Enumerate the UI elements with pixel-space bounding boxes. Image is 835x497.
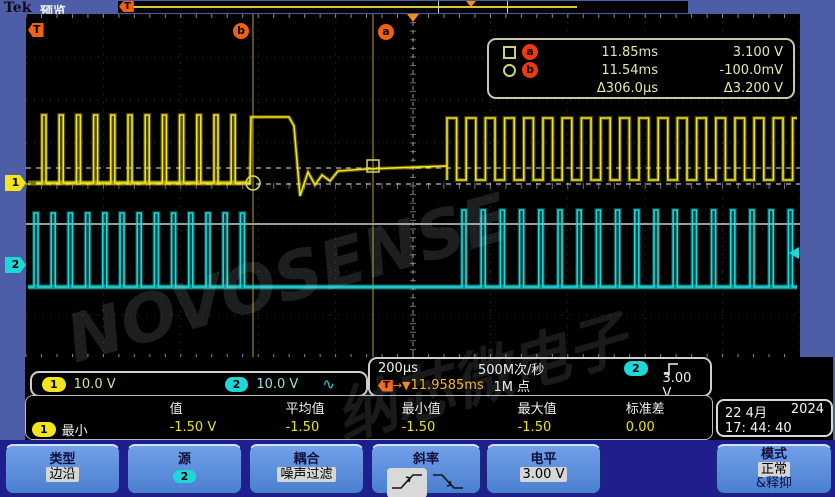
cursor-delta-time: Δ306.0μs <box>538 81 658 96</box>
menu-source-badge: 2 <box>173 470 197 483</box>
rising-slope-icon[interactable] <box>387 468 427 497</box>
trigger-t-icon: T <box>119 1 134 12</box>
measurement-table: 值 平均值 最小值 最大值 标准差 1 最小 -1.50 V -1.50 -1.… <box>25 395 713 440</box>
trigger-position-icon <box>466 1 476 7</box>
time-label: 17: 44: 40 <box>725 421 792 436</box>
year-label: 2024 <box>791 402 824 421</box>
timebase-trigger-box: 200μs 500M次/秒 2 T →▼ 11.9585ms 1M 点 3.00… <box>368 357 712 397</box>
meas-col-header: 最大值 <box>496 398 604 417</box>
trigger-source-badge: 2 <box>624 361 648 376</box>
trigger-position-time: 11.9585ms <box>411 378 483 393</box>
menu-level-value: 3.00 V <box>520 467 568 482</box>
menu-button-slope[interactable]: 斜率 <box>371 444 481 494</box>
menu-mode-value2: &释抑 <box>717 477 831 491</box>
trigger-t-icon-small: T <box>378 380 393 392</box>
meas-min: -1.50 <box>380 420 496 439</box>
timebase-scale: 200μs <box>378 361 478 376</box>
menu-button-coupling[interactable]: 耦合 噪声过滤 <box>249 444 364 494</box>
cursor-a-value: 3.100 V <box>658 45 783 60</box>
meas-stddev: 0.00 <box>604 420 712 439</box>
ch2-scale: 10.0 V <box>256 377 314 392</box>
meas-max: -1.50 <box>496 420 604 439</box>
ch1-ground-marker[interactable]: 1 <box>5 175 26 191</box>
record-waveform-line <box>130 6 577 8</box>
cursor-a-badge[interactable]: a <box>378 24 394 40</box>
cursor-a-time: 11.85ms <box>538 45 658 60</box>
menu-level-title: 电平 <box>487 448 600 467</box>
date-label: 22 4月 <box>725 402 767 421</box>
menu-mode-value: 正常 <box>758 462 790 477</box>
menu-coupling-title: 耦合 <box>250 448 363 467</box>
ch2-ground-marker[interactable]: 2 <box>5 257 26 273</box>
menu-slope-title: 斜率 <box>372 448 480 467</box>
datetime-box: 22 4月 2024 17: 44: 40 <box>716 399 833 437</box>
meas-mean: -1.50 <box>264 420 380 439</box>
menu-coupling-value: 噪声过滤 <box>277 467 335 482</box>
cursor-b-badge-small: b <box>522 62 538 78</box>
meas-col-header: 最小值 <box>380 398 496 417</box>
channel-scale-box: 1 10.0 V 2 10.0 V ∿ <box>30 371 368 397</box>
menu-type-title: 类型 <box>6 448 119 467</box>
oscilloscope-screen: Tek 预览 T T b a 1 2 a 11.85ms 3.100 V b 1… <box>0 0 835 497</box>
cursor-b-circle-icon <box>503 64 516 77</box>
cursor-a-badge-small: a <box>522 44 538 60</box>
window-bracket-right <box>507 1 508 13</box>
meas-row-label: 最小 <box>62 420 88 439</box>
menu-button-type[interactable]: 类型 边沿 <box>5 444 120 494</box>
menu-source-title: 源 <box>128 448 241 467</box>
meas-ch1-badge: 1 <box>32 422 56 437</box>
menu-button-source[interactable]: 源 2 <box>127 444 242 494</box>
trigger-arrow-icons: →▼ <box>393 379 411 392</box>
meas-value: -1.50 V <box>148 420 264 439</box>
menu-button-level[interactable]: 电平 3.00 V <box>486 444 601 494</box>
menu-button-mode[interactable]: 模式 正常 &释抑 <box>716 444 832 494</box>
cursor-b-time: 11.54ms <box>538 63 658 78</box>
menu-mode-title: 模式 <box>717 448 831 462</box>
record-preview-bar: T <box>118 1 688 13</box>
ch2-ac-coupling-icon: ∿ <box>322 375 335 393</box>
cursor-readout-box: a 11.85ms 3.100 V b 11.54ms -100.0mV Δ30… <box>487 38 795 99</box>
trigger-level-arrow-icon[interactable] <box>789 247 799 259</box>
ch1-badge[interactable]: 1 <box>42 377 66 392</box>
meas-col-header: 平均值 <box>264 398 380 417</box>
cursor-a-square-icon <box>503 46 516 59</box>
cursor-b-badge[interactable]: b <box>233 23 249 39</box>
record-length: 1M 点 <box>494 376 607 395</box>
falling-slope-icon[interactable] <box>431 481 465 496</box>
meas-col-header: 值 <box>148 398 264 417</box>
window-bracket-left <box>438 1 439 13</box>
ch2-badge[interactable]: 2 <box>225 377 249 392</box>
meas-col-header: 标准差 <box>604 398 712 417</box>
cursor-b-value: -100.0mV <box>658 63 783 78</box>
cursor-delta-value: Δ3.200 V <box>658 81 783 96</box>
ch1-scale: 10.0 V <box>74 377 144 392</box>
menu-type-value: 边沿 <box>46 467 78 482</box>
